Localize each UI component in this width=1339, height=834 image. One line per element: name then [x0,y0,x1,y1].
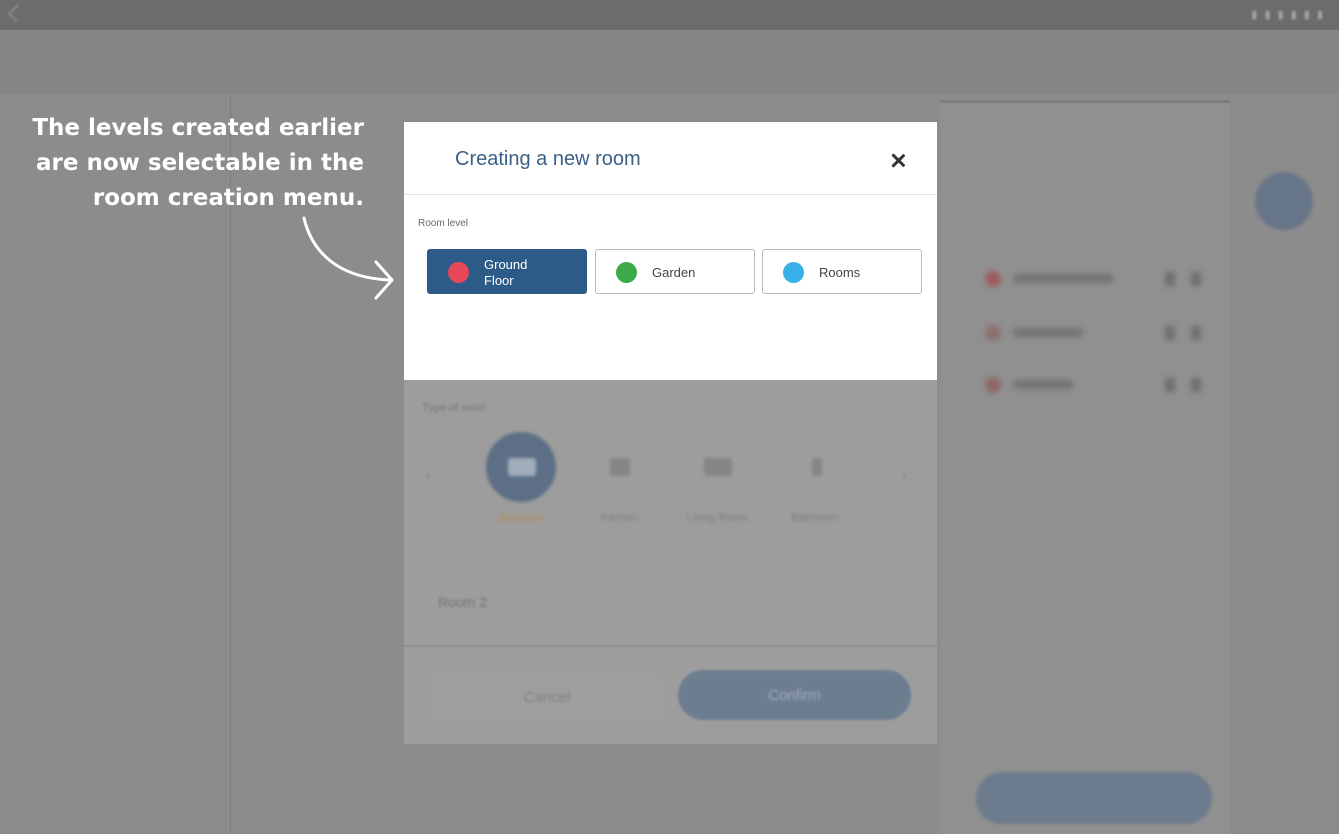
create-room-dialog: Creating a new room Room level Ground Flo… [404,122,937,744]
panel-row [985,268,1205,290]
level-color-dot [783,262,804,283]
background-action-button [976,772,1212,824]
dialog-dimmed-section: Type of room ‹ › Bedroom Kitchen Living … [404,380,937,744]
level-color-dot [616,262,637,283]
annotation-line: room creation menu. [92,185,364,211]
level-label: Garden [652,264,696,280]
chevron-left-icon: ‹ [426,466,431,482]
annotation-callout: The levels created earlier are now selec… [22,111,364,216]
app-header [0,30,1339,94]
annotation-arrow-icon [302,216,394,300]
close-icon[interactable] [886,149,910,173]
cancel-button: Cancel [432,672,662,722]
room-type-caption: Bedroom [498,512,544,524]
room-type-option [682,432,752,502]
status-icons: ▮ ▮ ▮ ▮ ▮ ▮ [1251,9,1325,21]
room-type-label: Type of room [422,402,487,414]
level-color-dot [448,262,469,283]
panel-row [985,374,1205,396]
status-bar: ▮ ▮ ▮ ▮ ▮ ▮ [0,0,1339,30]
room-type-caption: Kitchen [600,512,638,524]
room-type-caption: Bathroom [791,512,839,524]
dialog-title: Creating a new room [455,148,641,170]
rooms-panel [940,100,1230,834]
room-type-caption: Living Room [686,512,748,524]
divider [404,645,937,647]
level-option-garden[interactable]: Garden [595,249,755,294]
back-icon [7,3,27,23]
room-level-label: Room level [418,218,469,229]
room-type-option [780,432,850,502]
dialog-header: Creating a new room [404,122,937,195]
room-name-input: Room 2 [438,594,488,610]
level-label: Rooms [819,264,861,280]
annotation-line: The levels created earlier [32,115,364,141]
avatar [1255,172,1313,230]
level-label: Ground Floor [484,256,528,288]
panel-divider [940,100,1230,103]
confirm-button: Confirm [678,670,911,720]
room-type-option [584,432,654,502]
annotation-line: are now selectable in the [35,150,364,176]
room-type-option [486,432,556,502]
chevron-right-icon: › [902,466,907,482]
level-option-rooms[interactable]: Rooms [762,249,922,294]
panel-row [985,322,1205,344]
level-option-ground-floor[interactable]: Ground Floor [427,249,587,294]
